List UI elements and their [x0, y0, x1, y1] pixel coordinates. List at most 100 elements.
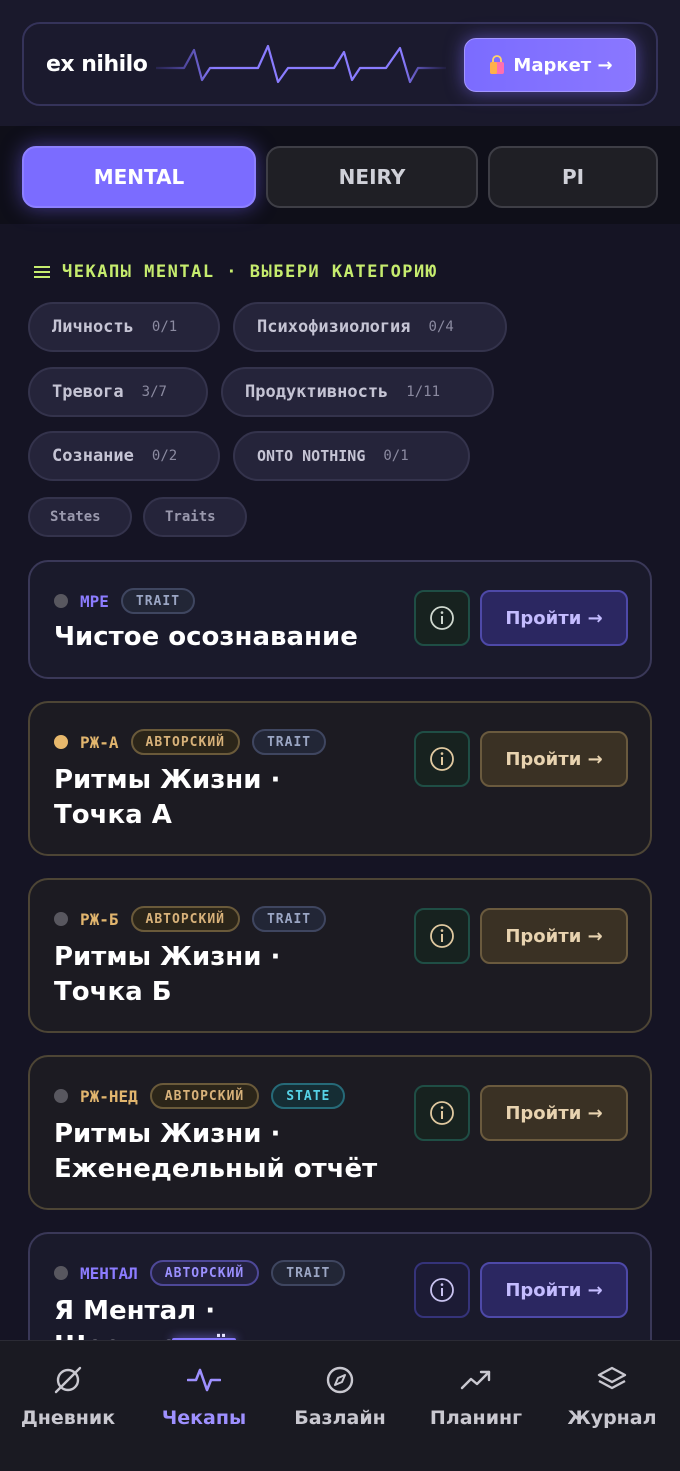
nav-item-checkups[interactable]: Чекапы [136, 1365, 272, 1429]
shopping-bag-icon [487, 55, 507, 75]
card-meta: РЖ-А АВТОРСКИЙ TRAIT [54, 729, 327, 755]
start-button[interactable]: Пройти → [480, 908, 628, 964]
chip-count: 0/4 [428, 319, 454, 335]
info-icon [430, 1101, 454, 1125]
badge-author: АВТОРСКИЙ [149, 1260, 260, 1286]
card-title-line: Точка Б [54, 977, 172, 1007]
card-code: РЖ-Б [80, 909, 119, 929]
chip-count: 3/7 [141, 384, 167, 400]
card-title-line: Точка А [54, 800, 172, 830]
nav-label: Чекапы [161, 1407, 247, 1429]
filter-chip-states[interactable]: States [28, 497, 132, 537]
status-dot [54, 594, 68, 608]
card-title: Ритмы Жизни · Еженедельный отчёт [54, 1117, 377, 1187]
brand-card: ex nihilo Маркет → [22, 22, 658, 106]
info-button[interactable] [414, 1085, 470, 1141]
start-button[interactable]: Пройти → [480, 1262, 628, 1318]
nav-label: Дневник [20, 1407, 116, 1429]
badge-state: STATE [271, 1083, 346, 1109]
card-meta: MPE TRAIT [54, 588, 196, 614]
info-icon [430, 606, 454, 630]
card-meta: РЖ-Б АВТОРСКИЙ TRAIT [54, 906, 327, 932]
nav-item-journal[interactable]: Журнал [544, 1365, 680, 1429]
trending-up-icon [460, 1370, 491, 1390]
compass-icon [326, 1366, 354, 1394]
nav-label: Базлайн [294, 1407, 386, 1429]
filter-chip-traits[interactable]: Traits [143, 497, 247, 537]
empty-set-icon [54, 1366, 82, 1394]
checkup-card[interactable]: РЖ-А АВТОРСКИЙ TRAIT Ритмы Жизни · Точка… [28, 701, 652, 856]
badge-trait: TRAIT [120, 588, 196, 614]
tab-mental[interactable]: MENTAL [22, 146, 256, 208]
chip-label: Психофизиология [257, 317, 411, 337]
category-chip-onto-nothing[interactable]: ONTO NOTHING 0/1 [233, 431, 470, 481]
card-title: Чистое осознавание [54, 620, 358, 655]
category-chip-personality[interactable]: Личность 0/1 [28, 302, 220, 352]
info-button[interactable] [414, 1262, 470, 1318]
info-icon [430, 1278, 454, 1302]
tab-pi[interactable]: PI [488, 146, 658, 208]
chip-count: 1/11 [406, 384, 441, 400]
start-button[interactable]: Пройти → [480, 731, 628, 787]
card-title-line: Я Ментал · [54, 1296, 216, 1326]
card-title: Ритмы Жизни · Точка Б [54, 940, 280, 1010]
status-dot [54, 912, 68, 926]
card-title-line: Ритмы Жизни · [54, 1119, 281, 1149]
nav-item-planning[interactable]: Планинг [408, 1365, 544, 1429]
badge-author: АВТОРСКИЙ [130, 729, 240, 755]
start-button[interactable]: Пройти → [480, 1085, 628, 1141]
top-bar: ex nihilo Маркет → [0, 0, 680, 126]
badge-trait: TRAIT [251, 729, 327, 755]
card-code: РЖ-А [80, 732, 119, 752]
card-title-line: Ритмы Жизни · [54, 942, 281, 972]
chip-label: Продуктивность [245, 382, 389, 402]
checkup-card[interactable]: MPE TRAIT Чистое осознавание Пройти → [28, 560, 652, 679]
badge-author: АВТОРСКИЙ [149, 1083, 260, 1109]
start-button[interactable]: Пройти → [480, 590, 628, 646]
status-dot [54, 1089, 68, 1103]
category-chip-consciousness[interactable]: Сознание 0/2 [28, 431, 220, 481]
card-meta: МЕНТАЛ АВТОРСКИЙ TRAIT [54, 1260, 346, 1286]
card-code: РЖ-НЕД [80, 1086, 138, 1106]
menu-lines-icon [34, 265, 50, 279]
pulse-icon [187, 1368, 221, 1392]
chip-count: 0/1 [383, 448, 409, 464]
badge-trait: TRAIT [271, 1260, 346, 1286]
chip-count: 0/2 [151, 448, 178, 464]
category-chip-anxiety[interactable]: Тревога 3/7 [28, 367, 208, 417]
market-button-label: Маркет → [513, 54, 613, 76]
card-meta: РЖ-НЕД АВТОРСКИЙ STATE [54, 1083, 346, 1109]
card-title-line: Чистое осознавание [54, 622, 358, 652]
layers-icon [597, 1366, 627, 1390]
checkup-card[interactable]: РЖ-Б АВТОРСКИЙ TRAIT Ритмы Жизни · Точка… [28, 878, 652, 1033]
brand-title: ex nihilo [46, 52, 148, 77]
status-dot [54, 735, 68, 749]
heartbeat-line-icon [156, 44, 446, 84]
card-title-line: Ритмы Жизни · [54, 765, 281, 795]
badge-author: АВТОРСКИЙ [130, 906, 240, 932]
info-button[interactable] [414, 908, 470, 964]
card-code: МЕНТАЛ [80, 1263, 138, 1283]
nav-item-diary[interactable]: Дневник [0, 1365, 136, 1429]
chip-label: Личность [52, 317, 134, 337]
info-button[interactable] [414, 731, 470, 787]
category-chip-psychophysiology[interactable]: Психофизиология 0/4 [233, 302, 507, 352]
info-button[interactable] [414, 590, 470, 646]
section-header: ЧЕКАПЫ MENTAL · ВЫБЕРИ КАТЕГОРИЮ [34, 262, 438, 282]
info-icon [430, 747, 454, 771]
card-code: MPE [80, 591, 109, 611]
chip-count: 0/1 [151, 319, 178, 335]
checkup-card[interactable]: РЖ-НЕД АВТОРСКИЙ STATE Ритмы Жизни · Еже… [28, 1055, 652, 1210]
section-title: ЧЕКАПЫ MENTAL · ВЫБЕРИ КАТЕГОРИЮ [62, 262, 438, 282]
category-chip-productivity[interactable]: Продуктивность 1/11 [221, 367, 494, 417]
info-icon [430, 924, 454, 948]
card-title: Ритмы Жизни · Точка А [54, 763, 280, 833]
tab-neiry[interactable]: NEIRY [266, 146, 478, 208]
chip-label: Сознание [52, 446, 134, 466]
nav-item-baseline[interactable]: Базлайн [272, 1365, 408, 1429]
market-button[interactable]: Маркет → [464, 38, 636, 92]
card-title-line: Еженедельный отчёт [54, 1154, 378, 1184]
bottom-nav: Дневник Чекапы Базлайн Планинг Журнал [0, 1340, 680, 1471]
status-dot [54, 1266, 68, 1280]
chip-label: Тревога [52, 382, 124, 402]
